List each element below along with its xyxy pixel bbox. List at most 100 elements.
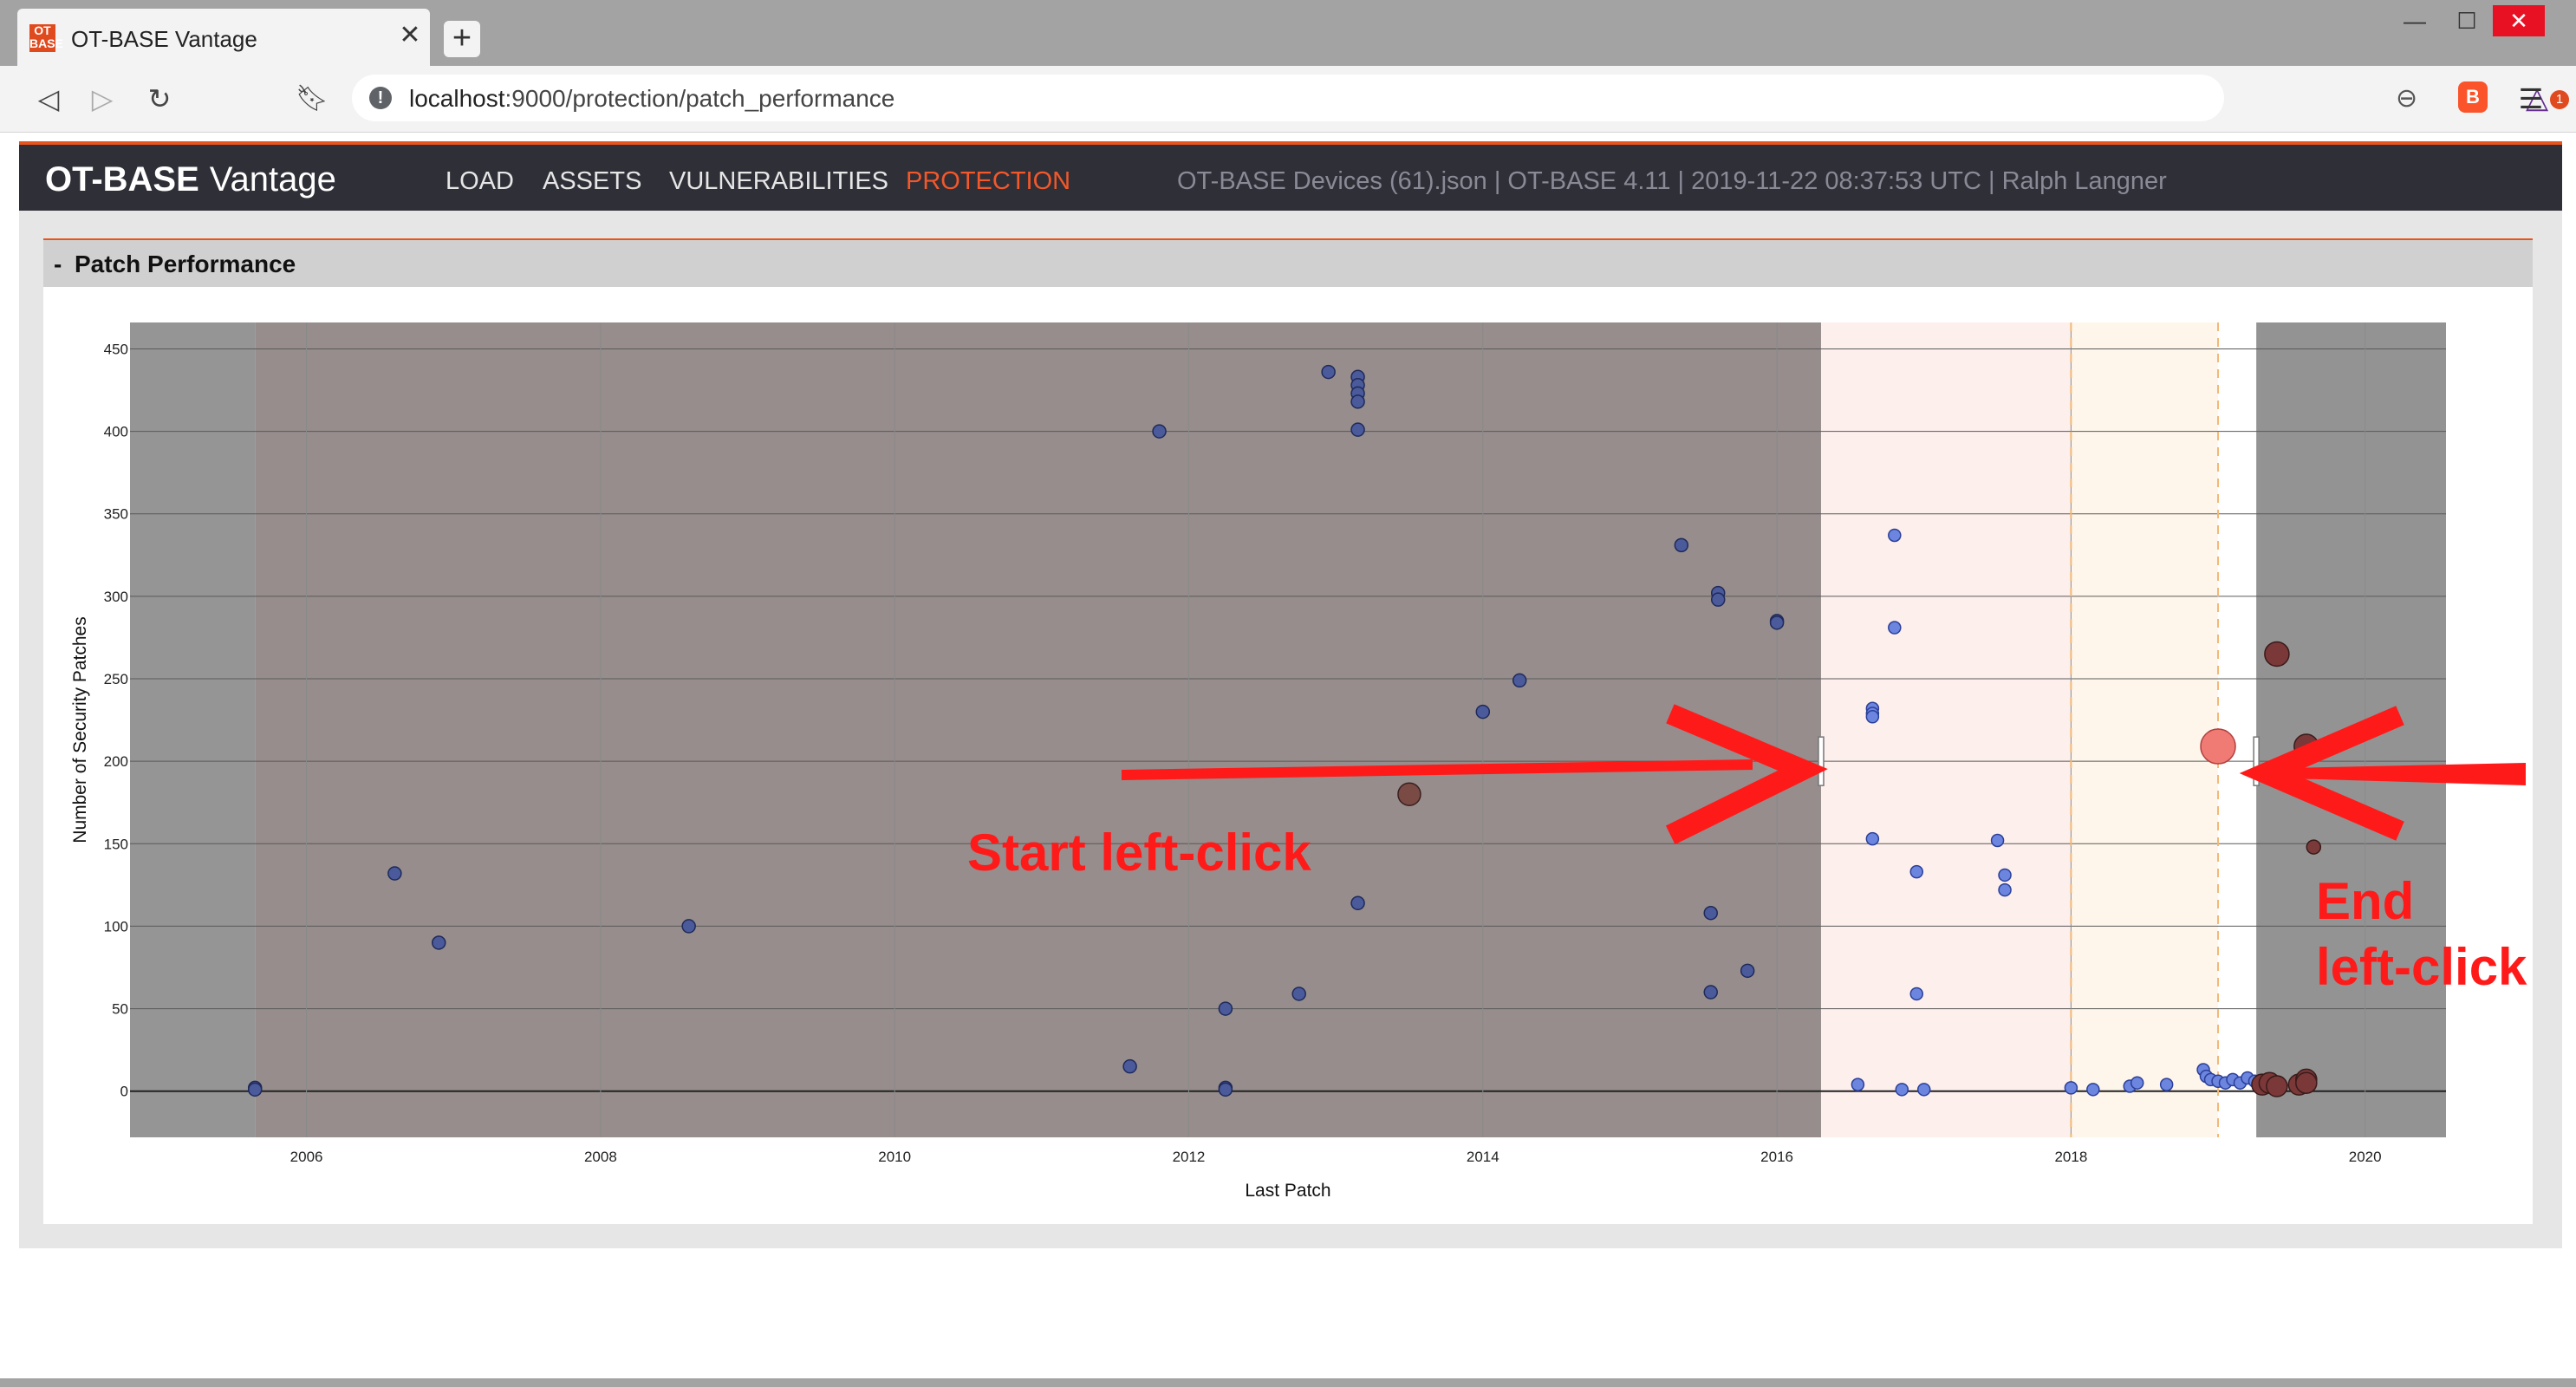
x-axis-title: Last Patch (1245, 1181, 1330, 1201)
x-tick-label: 2006 (290, 1149, 323, 1165)
url-path: :9000/protection/patch_performance (504, 85, 895, 112)
browser-toolbar: ◁ ▷ ↻ 🔖︎ ! localhost:9000/protection/pat… (0, 66, 2576, 133)
scatter-point (1888, 621, 1902, 635)
scatter-point (681, 919, 696, 934)
panel-header[interactable]: - Patch Performance (43, 240, 2533, 287)
plot-regions (130, 322, 2446, 1137)
scatter-point (432, 935, 446, 950)
scatter-point (2130, 1076, 2144, 1090)
reload-icon[interactable]: ↻ (142, 81, 177, 116)
region-brown (255, 322, 1821, 1137)
x-tick-label: 2008 (584, 1149, 617, 1165)
y-tick-label: 50 (112, 1001, 128, 1018)
site-info-icon[interactable]: ! (369, 87, 392, 109)
address-bar[interactable]: ! localhost:9000/protection/patch_perfor… (352, 75, 2569, 121)
scatter-point (1895, 1083, 1909, 1097)
window-bottom-border (0, 1378, 2576, 1387)
scatter-point (2306, 839, 2322, 855)
scatter-point (1865, 710, 1880, 724)
y-tick-label: 150 (104, 836, 128, 852)
x-tick-label: 2018 (2054, 1149, 2087, 1165)
scatter-point (1851, 1078, 1865, 1091)
nav-assets[interactable]: ASSETS (543, 167, 641, 196)
y-tick-label: 450 (104, 341, 128, 357)
brand-logo[interactable]: OT-BASE Vantage (45, 160, 336, 199)
scatter-point (1674, 537, 1689, 553)
scatter-point (1710, 592, 1726, 607)
scatter-point (1909, 987, 1924, 1001)
scatter-point (1740, 963, 1755, 979)
url-host: localhost (409, 85, 505, 112)
scatter-point (2295, 1071, 2318, 1094)
range-selection-handle (1818, 736, 1825, 786)
brave-shields-icon[interactable]: B (2458, 81, 2488, 113)
app-header: OT-BASE Vantage LOAD ASSETS VULNERABILITI… (19, 141, 2562, 211)
brand-strong: OT-BASE (45, 160, 199, 199)
browser-tab[interactable]: OT BASE OT-BASE Vantage ✕ (17, 9, 430, 66)
end-annotation-line2: left-click (2316, 938, 2527, 996)
scatter-point (1350, 422, 1365, 437)
close-window-button[interactable]: ✕ (2493, 5, 2545, 36)
scatter-point (1512, 673, 1527, 688)
y-tick-label: 200 (104, 753, 128, 770)
scatter-point (2264, 641, 2290, 667)
otbase-favicon-icon: OT BASE (29, 23, 63, 52)
back-icon[interactable]: ◁ (31, 81, 66, 116)
nav-protection[interactable]: PROTECTION (906, 167, 1070, 196)
scatter-point (1218, 1082, 1233, 1097)
scatter-point (1475, 704, 1491, 720)
scatter-point (2064, 1081, 2078, 1095)
y-tick-label: 0 (120, 1084, 128, 1100)
scatter-point (387, 866, 402, 881)
scatter-point (1990, 833, 2005, 848)
y-tick-label: 350 (104, 506, 128, 523)
maximize-button[interactable]: ☐ (2441, 5, 2493, 36)
y-axis-title: Number of Security Patches (70, 616, 90, 843)
scatter-point (1350, 895, 1365, 911)
nav-vulnerabilities[interactable]: VULNERABILITIES (669, 167, 888, 196)
tab-close-icon[interactable]: ✕ (395, 21, 425, 50)
tab-bar: OT BASE OT-BASE Vantage ✕ + — ☐ ✕ (0, 0, 2576, 66)
scatter-point (247, 1082, 263, 1097)
scatter-point (1703, 985, 1718, 1000)
scatter-point (1865, 831, 1880, 846)
scatter-point (2159, 1078, 2174, 1091)
scatter-point (1769, 615, 1785, 630)
scatter-point (1916, 1083, 1931, 1097)
collapse-icon[interactable]: - (54, 251, 62, 278)
x-tick-label: 2016 (1760, 1149, 1793, 1165)
scatter-point (1218, 1001, 1233, 1016)
region-pink (1820, 322, 2072, 1137)
region-cream (2071, 322, 2219, 1137)
x-tick-label: 2010 (878, 1149, 911, 1165)
scatter-point (1909, 864, 1924, 879)
url-text[interactable]: localhost:9000/protection/patch_performa… (409, 85, 894, 113)
nav-load[interactable]: LOAD (446, 167, 514, 196)
scatter-point (1998, 868, 2012, 882)
menu-icon[interactable]: ☰ (2514, 81, 2548, 116)
forward-icon[interactable]: ▷ (85, 81, 120, 116)
new-tab-button[interactable]: + (444, 21, 480, 57)
y-tick-label: 400 (104, 424, 128, 440)
brand-light: Vantage (209, 160, 336, 199)
scatter-point (1350, 394, 1365, 409)
bookmark-icon[interactable]: 🔖︎ (295, 81, 329, 116)
scatter-point (1122, 1058, 1137, 1074)
scatter-point (1152, 424, 1167, 439)
region-grey (130, 322, 256, 1137)
scatter-point (1291, 987, 1306, 1001)
y-tick-label: 100 (104, 918, 128, 934)
scatter-point (1703, 905, 1718, 921)
minimize-button[interactable]: — (2389, 5, 2441, 36)
zoom-icon[interactable]: ⊖ (2396, 83, 2417, 114)
header-info: OT-BASE Devices (61).json | OT-BASE 4.11… (1177, 167, 2167, 195)
scatter-point (2086, 1083, 2100, 1097)
panel-title: Patch Performance (75, 251, 296, 277)
scatter-point (1321, 364, 1336, 380)
scatter-point (1998, 882, 2012, 897)
scatter-point (1888, 528, 1902, 543)
rewards-badge: 1 (2550, 90, 2569, 109)
scatter-point (1397, 782, 1421, 806)
y-tick-label: 300 (104, 589, 128, 605)
tab-title: OT-BASE Vantage (71, 26, 257, 52)
